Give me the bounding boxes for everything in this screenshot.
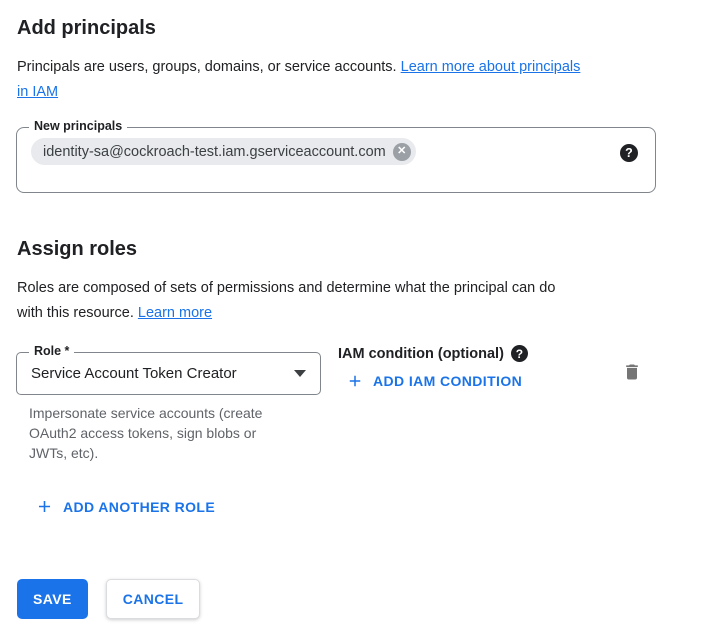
- role-selected-value: Service Account Token Creator: [31, 365, 237, 382]
- iam-condition-column: IAM condition (optional) ? ADD IAM CONDI…: [338, 352, 528, 395]
- delete-role-button[interactable]: [620, 360, 644, 384]
- iam-condition-header: IAM condition (optional) ?: [338, 345, 528, 362]
- page-title: Add principals: [17, 16, 713, 40]
- cancel-button[interactable]: CANCEL: [106, 579, 201, 619]
- action-buttons: SAVE CANCEL: [17, 579, 713, 619]
- trash-icon: [622, 362, 642, 382]
- principal-chip-value: identity-sa@cockroach-test.iam.gservicea…: [43, 144, 386, 160]
- learn-more-roles-link[interactable]: Learn more: [138, 305, 212, 321]
- iam-condition-label: IAM condition (optional): [338, 346, 504, 362]
- dropdown-arrow-icon: [294, 370, 306, 377]
- roles-description: Roles are composed of sets of permission…: [17, 276, 682, 326]
- role-label: Role *: [29, 344, 74, 358]
- principal-chip[interactable]: identity-sa@cockroach-test.iam.gservicea…: [31, 138, 416, 165]
- role-column: Role * Service Account Token Creator Imp…: [16, 352, 321, 463]
- chip-remove-icon[interactable]: ✕: [393, 143, 411, 161]
- new-principals-field[interactable]: New principals identity-sa@cockroach-tes…: [16, 127, 656, 193]
- principals-help-icon[interactable]: ?: [620, 144, 638, 162]
- assign-roles-title: Assign roles: [17, 237, 713, 261]
- principals-description: Principals are users, groups, domains, o…: [17, 55, 682, 105]
- new-principals-label: New principals: [29, 119, 127, 133]
- role-helper-text: Impersonate service accounts (create OAu…: [29, 403, 321, 463]
- principal-chip-row: identity-sa@cockroach-test.iam.gservicea…: [17, 128, 655, 175]
- role-row: Role * Service Account Token Creator Imp…: [16, 352, 713, 463]
- add-another-role-button[interactable]: ADD ANOTHER ROLE: [35, 497, 215, 516]
- save-button[interactable]: SAVE: [17, 579, 88, 619]
- role-select[interactable]: Role * Service Account Token Creator: [16, 352, 321, 395]
- plus-icon: [346, 372, 364, 390]
- principals-description-text: Principals are users, groups, domains, o…: [17, 59, 397, 75]
- plus-icon: [35, 497, 54, 516]
- add-iam-condition-button[interactable]: ADD IAM CONDITION: [346, 372, 522, 390]
- iam-condition-help-icon[interactable]: ?: [511, 345, 528, 362]
